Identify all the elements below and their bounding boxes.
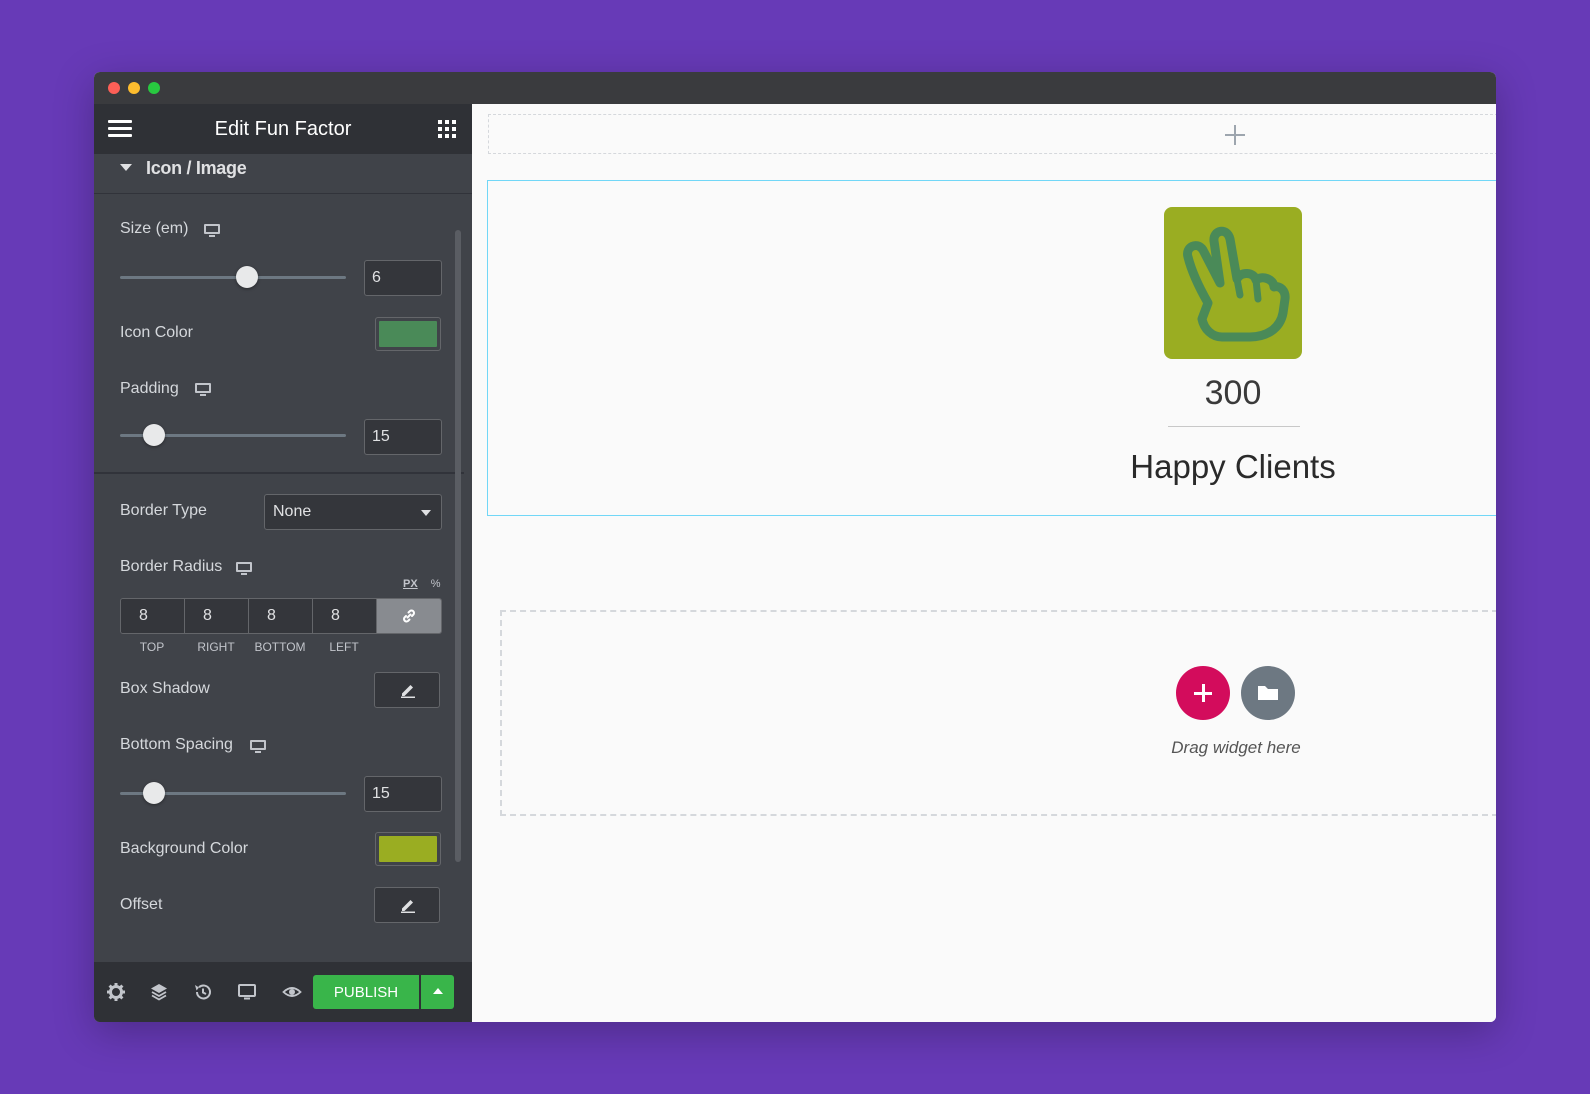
eye-icon[interactable] (282, 982, 302, 1002)
fun-factor-divider (1168, 426, 1300, 427)
desktop-monitor-icon[interactable] (195, 383, 211, 397)
border-radius-dimensions: 8 8 8 8 (120, 598, 442, 634)
divider (94, 472, 464, 474)
bottom-spacing-slider[interactable] (120, 780, 346, 806)
radius-left-label: LEFT (329, 640, 359, 654)
border-type-select[interactable]: None (264, 494, 442, 530)
slider-thumb[interactable] (142, 424, 165, 446)
add-section-area[interactable] (488, 114, 1496, 154)
link-icon (403, 609, 415, 623)
template-library-button[interactable] (1241, 666, 1295, 720)
bottom-spacing-input[interactable]: 15 (364, 776, 442, 812)
padding-label: Padding (120, 380, 179, 397)
panel-title: Edit Fun Factor (214, 118, 352, 140)
history-icon[interactable] (193, 982, 213, 1002)
widgets-grid-icon[interactable] (438, 120, 456, 138)
section-toggle-icon-image[interactable]: Icon / Image (94, 154, 472, 194)
border-type-value: None (273, 503, 312, 520)
size-slider[interactable] (120, 264, 346, 290)
folder-icon (1258, 686, 1278, 700)
minimize-window-button[interactable] (128, 82, 140, 94)
radius-right-label: RIGHT (197, 640, 235, 654)
radius-labels: TOP RIGHT BOTTOM LEFT (120, 640, 376, 654)
unit-switcher: PX % (403, 578, 441, 590)
drag-widget-hint: Drag widget here (1171, 738, 1301, 757)
border-radius-label: Border Radius (120, 558, 223, 575)
fun-factor-title: Happy Clients (1130, 448, 1336, 485)
desktop-monitor-icon[interactable] (250, 740, 266, 754)
desktop-monitor-icon[interactable] (236, 562, 252, 576)
size-label: Size (em) (120, 220, 189, 237)
box-shadow-label: Box Shadow (120, 680, 210, 697)
maximize-window-button[interactable] (148, 82, 160, 94)
offset-edit-button[interactable] (374, 887, 440, 923)
chevron-down-icon (421, 510, 431, 516)
unit-px[interactable]: PX (403, 578, 418, 590)
border-type-label: Border Type (120, 502, 207, 519)
widget-drop-zone[interactable]: Drag widget here (500, 610, 1496, 816)
offset-label: Offset (120, 896, 163, 913)
responsive-icon[interactable] (237, 982, 257, 1002)
panel-footer: PUBLISH (94, 962, 472, 1022)
desktop-monitor-icon[interactable] (204, 224, 220, 238)
plus-icon (1225, 125, 1245, 145)
icon-color-label: Icon Color (120, 324, 193, 341)
caret-down-icon (120, 164, 132, 171)
add-new-section-button[interactable] (1176, 666, 1230, 720)
padding-slider[interactable] (120, 422, 346, 448)
unit-percent[interactable]: % (431, 578, 441, 590)
link-values-button[interactable] (377, 599, 441, 633)
slider-thumb[interactable] (235, 266, 258, 288)
gear-icon[interactable] (106, 982, 126, 1002)
section-title: Icon / Image (146, 158, 247, 178)
radius-bottom-input[interactable]: 8 (249, 599, 313, 633)
publish-button[interactable]: PUBLISH (313, 975, 419, 1009)
pencil-icon (401, 685, 415, 698)
app-window: Edit Fun Factor Icon / Image Size (em) 6… (94, 72, 1496, 1022)
icon-color-picker[interactable] (375, 317, 441, 351)
radius-left-input[interactable]: 8 (313, 599, 377, 633)
radius-top-input[interactable]: 8 (121, 599, 185, 633)
background-color-picker[interactable] (375, 832, 441, 866)
pencil-icon (401, 900, 415, 913)
radius-top-label: TOP (139, 640, 165, 654)
bottom-spacing-label: Bottom Spacing (120, 736, 233, 753)
radius-bottom-label: BOTTOM (254, 640, 306, 654)
close-window-button[interactable] (108, 82, 120, 94)
fun-factor-number: 300 (1204, 374, 1262, 412)
preview-canvas: 300 Happy Clients Drag widget here (472, 104, 1496, 1022)
size-input[interactable]: 6 (364, 260, 442, 296)
fun-factor-icon-box[interactable] (1164, 207, 1302, 359)
box-shadow-edit-button[interactable] (374, 672, 440, 708)
window-titlebar (94, 72, 1496, 104)
panel-scrollbar[interactable] (455, 230, 461, 862)
padding-input[interactable]: 15 (364, 419, 442, 455)
radius-right-input[interactable]: 8 (185, 599, 249, 633)
publish-options-button[interactable] (421, 975, 454, 1009)
layers-icon[interactable] (149, 982, 169, 1002)
panel-header: Edit Fun Factor (94, 104, 472, 154)
chevron-up-icon (433, 988, 443, 994)
editor-panel: Edit Fun Factor Icon / Image Size (em) 6… (94, 104, 472, 1022)
background-color-label: Background Color (120, 840, 249, 857)
slider-thumb[interactable] (142, 782, 165, 804)
hand-peace-icon (1183, 226, 1290, 342)
